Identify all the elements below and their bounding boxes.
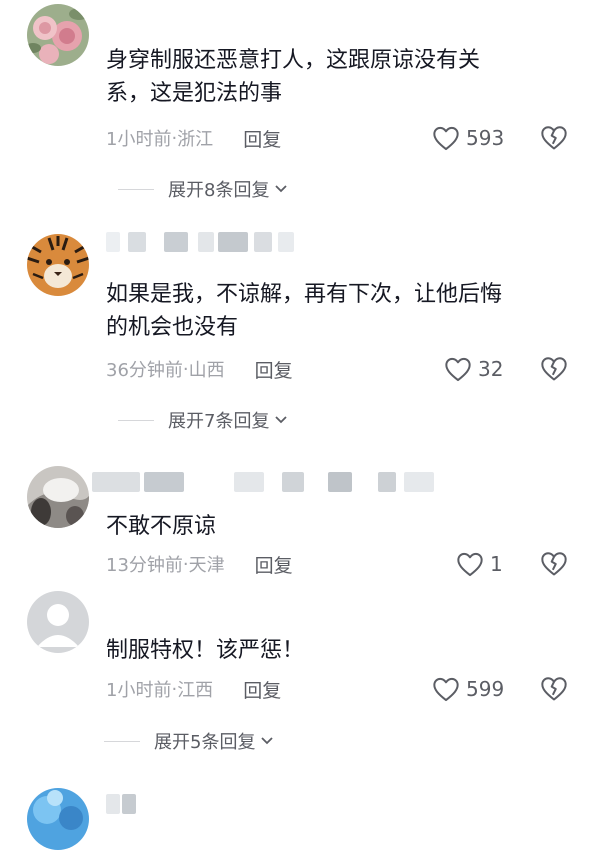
comment-meta: 1小时前 · 江西 回复 [106,676,281,702]
like-count: 32 [478,357,504,381]
heart-outline-icon [457,552,483,577]
comment-text: 不敢不原谅 [106,514,217,539]
dislike-button[interactable] [540,550,568,578]
comment-text: 如果是我，不谅解，再有下次，让他后悔 的机会也没有 [106,282,503,340]
dislike-button[interactable] [540,355,568,383]
comment-location: 江西 [177,680,214,701]
comment-time: 13分钟前 [106,555,183,576]
like-count: 599 [466,677,505,701]
avatar[interactable] [27,4,89,66]
comment-meta: 13分钟前 · 天津 回复 [106,551,293,577]
expand-replies-button[interactable]: 展开7条回复 [118,407,288,433]
expand-label: 展开5条回复 [154,732,256,753]
avatar[interactable] [27,234,89,296]
comment-location: 浙江 [177,129,214,150]
heart-outline-icon [445,357,471,382]
comment-time: 1小时前 [106,129,172,150]
expand-divider [104,740,140,742]
comment-text: 制服特权！该严惩！ [106,638,305,663]
reply-button[interactable]: 回复 [243,125,281,152]
comment-time: 36分钟前 [106,360,183,381]
expand-label: 展开7条回复 [168,411,270,432]
like-button[interactable]: 593 [432,124,504,152]
comment-text: 身穿制服还恶意打人，这跟原谅没有关 系，这是犯法的事 [106,48,481,106]
expand-replies-button[interactable]: 展开8条回复 [118,176,288,202]
default-avatar-icon [27,591,89,653]
reply-button[interactable]: 回复 [243,676,281,703]
comment-location: 山西 [188,360,225,381]
heart-outline-icon [433,677,459,702]
reply-button[interactable]: 回复 [255,551,293,578]
comment-meta: 1小时前 · 浙江 回复 [106,125,281,151]
like-button[interactable]: 599 [432,675,504,703]
expand-divider [118,419,154,421]
avatar[interactable] [27,591,89,653]
comment-location: 天津 [188,555,225,576]
blurred-username [106,232,326,252]
chevron-down-icon [275,416,288,424]
expand-replies-button[interactable]: 展开5条回复 [104,728,274,754]
broken-heart-icon [541,552,567,576]
dislike-button[interactable] [540,675,568,703]
like-button[interactable]: 1 [456,550,503,578]
like-count: 593 [466,126,505,150]
comment-time: 1小时前 [106,680,172,701]
avatar[interactable] [27,466,89,528]
expand-label: 展开8条回复 [168,180,270,201]
chevron-down-icon [275,185,288,193]
chevron-down-icon [261,737,274,745]
blurred-username [92,472,442,492]
broken-heart-icon [541,677,567,701]
reply-button[interactable]: 回复 [255,356,293,383]
blurred-username [106,794,146,814]
expand-divider [118,188,154,190]
heart-outline-icon [433,126,459,151]
dislike-button[interactable] [540,124,568,152]
broken-heart-icon [541,126,567,150]
broken-heart-icon [541,357,567,381]
like-count: 1 [490,552,503,576]
comment-meta: 36分钟前 · 山西 回复 [106,356,293,382]
like-button[interactable]: 32 [444,355,503,383]
avatar[interactable] [27,788,89,850]
